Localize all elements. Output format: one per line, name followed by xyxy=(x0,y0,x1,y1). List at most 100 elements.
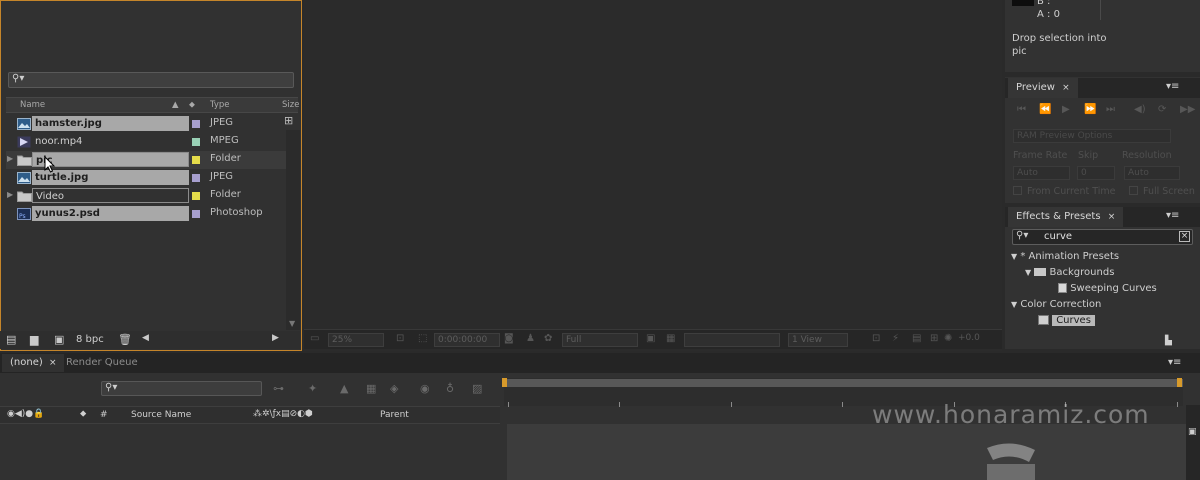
close-icon[interactable]: × xyxy=(1108,212,1116,222)
resolution-select[interactable]: Full xyxy=(562,333,638,347)
tab-preview[interactable]: Preview × xyxy=(1008,78,1078,98)
previous-frame-icon[interactable]: ⏪ xyxy=(1039,104,1051,115)
scroll-down-icon[interactable]: ▼ xyxy=(289,319,295,328)
column-source-name[interactable]: Source Name xyxy=(131,410,191,420)
new-folder-icon[interactable]: ▆ xyxy=(30,333,38,346)
graph-editor-icon[interactable]: ▨ xyxy=(472,382,482,395)
ram-preview-options-select[interactable]: RAM Preview Options xyxy=(1013,129,1171,143)
first-frame-icon[interactable]: ⏮ xyxy=(1017,104,1026,115)
interpret-footage-icon[interactable]: ▤ xyxy=(6,333,16,346)
label-tag-icon[interactable]: ⬥ xyxy=(80,409,86,419)
column-parent[interactable]: Parent xyxy=(380,410,409,420)
collapse-triangle-icon[interactable]: ▼ xyxy=(1025,268,1031,277)
composition-viewer[interactable] xyxy=(304,0,1002,351)
sort-arrow-icon[interactable]: ▲ xyxy=(172,100,179,110)
tree-item[interactable]: Sweeping Curves xyxy=(1058,283,1157,294)
column-hash[interactable]: # xyxy=(100,410,108,420)
label-swatch[interactable] xyxy=(192,210,200,218)
channel-icon[interactable]: ✿ xyxy=(544,333,552,344)
brainstorm-icon[interactable]: ♁ xyxy=(446,382,454,395)
from-current-time-checkbox[interactable] xyxy=(1013,186,1022,195)
expand-triangle-icon[interactable]: ▶ xyxy=(7,154,13,163)
camera-view-select[interactable] xyxy=(684,333,780,347)
mask-visibility-icon[interactable]: ⬚ xyxy=(418,333,427,344)
project-item-row[interactable]: hamster.jpg JPEG xyxy=(6,115,286,133)
last-frame-icon[interactable]: ⏭ xyxy=(1106,104,1115,115)
tree-item[interactable]: ▼ Color Correction xyxy=(1011,299,1101,310)
ram-preview-icon[interactable]: ▶▶ xyxy=(1180,104,1195,115)
collapse-triangle-icon[interactable]: ▼ xyxy=(1011,300,1017,309)
item-name[interactable]: hamster.jpg xyxy=(32,116,189,131)
av-features-icon[interactable]: ◉◀)●🔒 xyxy=(7,409,44,419)
loop-icon[interactable]: ⟳ xyxy=(1158,104,1166,115)
label-swatch[interactable] xyxy=(192,120,200,128)
work-area-end-handle[interactable] xyxy=(1177,378,1182,387)
flowchart-viewer-icon[interactable]: ⊞ xyxy=(930,333,938,344)
always-preview-icon[interactable]: ▭ xyxy=(310,333,319,344)
label-swatch[interactable] xyxy=(192,192,200,200)
fast-previews-icon[interactable]: ⚡ xyxy=(892,333,899,344)
audio-icon[interactable]: ◀) xyxy=(1134,104,1146,115)
project-search-input[interactable]: ⚲▾ xyxy=(8,72,294,88)
collapse-triangle-icon[interactable]: ▼ xyxy=(1011,252,1017,261)
label-swatch[interactable] xyxy=(192,174,200,182)
draft-3d-icon[interactable]: ▲ xyxy=(340,382,348,395)
resolution-select-preview[interactable]: Auto xyxy=(1124,166,1180,180)
label-swatch[interactable] xyxy=(192,138,200,146)
flowchart-icon[interactable]: ⊞ xyxy=(284,114,293,127)
frame-blending-icon[interactable]: ◈ xyxy=(390,382,398,395)
label-swatch[interactable] xyxy=(192,156,200,164)
column-name[interactable]: Name xyxy=(20,100,45,110)
scroll-right-icon[interactable]: ▶ xyxy=(272,333,279,343)
region-of-interest-icon[interactable]: ▣ xyxy=(646,333,655,344)
tab-timeline-none[interactable]: (none) × xyxy=(2,354,65,372)
show-snapshot-icon[interactable]: ♟ xyxy=(526,333,535,344)
close-icon[interactable]: × xyxy=(1062,83,1070,93)
panel-menu-icon[interactable]: ▾≡ xyxy=(1166,210,1179,221)
trash-icon[interactable]: 🗑 xyxy=(118,333,132,346)
work-area-start-handle[interactable] xyxy=(502,378,507,387)
project-scrollbar[interactable]: ▼ xyxy=(286,130,300,330)
next-frame-icon[interactable]: ⏩ xyxy=(1084,104,1096,115)
project-item-row[interactable]: ▶ Video Folder xyxy=(6,187,286,205)
label-tag-icon[interactable]: ⬥ xyxy=(189,100,195,110)
snapshot-icon[interactable]: ◙ xyxy=(504,333,514,344)
item-name[interactable]: noor.mp4 xyxy=(32,134,189,149)
timeline-search-input[interactable]: ⚲▾ xyxy=(101,381,262,396)
effects-search-input[interactable]: ⚲▾ curve × xyxy=(1012,229,1193,245)
tree-item[interactable]: Curves xyxy=(1038,315,1095,326)
skip-input[interactable]: 0 xyxy=(1077,166,1115,180)
tree-item[interactable]: ▼ Backgrounds xyxy=(1025,267,1114,278)
transparency-grid-icon[interactable]: ▦ xyxy=(666,333,675,344)
project-item-row[interactable]: noor.mp4 MPEG xyxy=(6,133,286,151)
hide-shy-icon[interactable]: ▦ xyxy=(366,382,376,395)
play-icon[interactable]: ▶ xyxy=(1062,104,1070,115)
timecode-display[interactable]: 0:00:00:00 xyxy=(434,333,500,347)
toggle-pixel-aspect-icon[interactable]: ⊡ xyxy=(872,333,880,344)
motion-blur-icon[interactable]: ◉ xyxy=(420,382,430,395)
clear-search-icon[interactable]: × xyxy=(1179,231,1190,242)
work-area-bar[interactable] xyxy=(504,379,1183,387)
tab-render-queue[interactable]: Render Queue xyxy=(66,357,138,368)
safe-margins-icon[interactable]: ⊡ xyxy=(396,333,404,344)
frame-rate-select[interactable]: Auto xyxy=(1013,166,1070,180)
scroll-left-icon[interactable]: ◀ xyxy=(142,333,149,343)
column-type[interactable]: Type xyxy=(210,100,230,110)
column-size[interactable]: Size xyxy=(282,100,299,110)
tab-effects-presets[interactable]: Effects & Presets × xyxy=(1008,207,1124,227)
magnification-select[interactable]: 25% xyxy=(328,333,384,347)
project-item-row[interactable]: Ps yunus2.psd Photoshop xyxy=(6,205,286,223)
timeline-icon[interactable]: ▤ xyxy=(912,333,921,344)
full-screen-checkbox[interactable] xyxy=(1129,186,1138,195)
exposure-icon[interactable]: ✺ xyxy=(944,333,952,344)
comp-marker-icon[interactable]: ▣ xyxy=(1188,427,1197,437)
panel-menu-icon[interactable]: ▾≡ xyxy=(1168,357,1181,368)
exposure-value[interactable]: +0.0 xyxy=(958,333,980,343)
new-composition-icon[interactable]: ▣ xyxy=(54,333,64,346)
item-name[interactable]: Video xyxy=(32,188,189,203)
timeline-layer-area[interactable] xyxy=(507,424,1186,480)
panel-menu-icon[interactable]: ▾≡ xyxy=(1166,81,1179,92)
tree-item[interactable]: ▼ * Animation Presets xyxy=(1011,251,1119,262)
close-icon[interactable]: × xyxy=(49,358,57,368)
item-name[interactable]: yunus2.psd xyxy=(32,206,189,221)
